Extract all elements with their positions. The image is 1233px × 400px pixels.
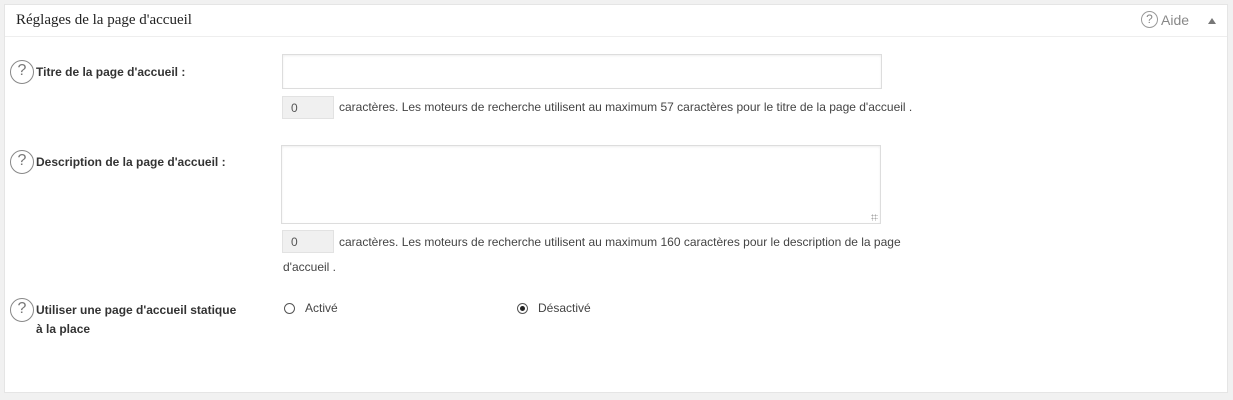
radio-enabled-button[interactable] bbox=[284, 302, 295, 314]
help-link[interactable]: ? Aide bbox=[1141, 11, 1189, 28]
home-title-label-row: ? Titre de la page d'accueil : bbox=[10, 60, 185, 84]
home-description-char-count: 0 bbox=[282, 230, 334, 253]
question-circle-icon[interactable]: ? bbox=[10, 298, 34, 322]
question-circle-icon: ? bbox=[1141, 11, 1158, 28]
question-circle-icon[interactable]: ? bbox=[10, 150, 34, 174]
radio-enabled[interactable]: Activé bbox=[284, 301, 338, 315]
home-settings-panel: Réglages de la page d'accueil ? Aide ? T… bbox=[4, 4, 1228, 393]
home-title-label: Titre de la page d'accueil : bbox=[36, 65, 186, 79]
home-description-label-row: ? Description de la page d'accueil : bbox=[10, 150, 226, 174]
home-title-char-count: 0 bbox=[282, 96, 334, 119]
home-description-hint-line2: d'accueil . bbox=[283, 260, 336, 274]
panel-title: Réglages de la page d'accueil bbox=[16, 12, 192, 28]
question-circle-icon[interactable]: ? bbox=[10, 60, 34, 84]
home-title-hint: caractères. Les moteurs de recherche uti… bbox=[339, 100, 913, 114]
home-description-textarea[interactable] bbox=[281, 145, 881, 224]
radio-disabled-label: Désactivé bbox=[538, 301, 591, 315]
radio-disabled[interactable]: Désactivé bbox=[517, 301, 591, 315]
home-description-label: Description de la page d'accueil : bbox=[36, 155, 226, 169]
panel-header: Réglages de la page d'accueil ? Aide bbox=[5, 5, 1227, 37]
static-home-label-row: ? Utiliser une page d'accueil statique à… bbox=[10, 298, 236, 339]
radio-disabled-button[interactable] bbox=[517, 302, 528, 314]
radio-enabled-label: Activé bbox=[305, 301, 338, 315]
help-label: Aide bbox=[1161, 11, 1190, 28]
home-title-input[interactable] bbox=[282, 54, 882, 89]
static-home-label: Utiliser une page d'accueil statique à l… bbox=[36, 298, 236, 339]
resize-grip-icon[interactable] bbox=[871, 214, 878, 221]
collapse-toggle-icon[interactable] bbox=[1208, 18, 1216, 24]
home-description-hint-line1: caractères. Les moteurs de recherche uti… bbox=[339, 235, 901, 249]
static-home-label-line1: Utiliser une page d'accueil statique bbox=[36, 303, 237, 317]
static-home-label-line2: à la place bbox=[36, 322, 91, 336]
